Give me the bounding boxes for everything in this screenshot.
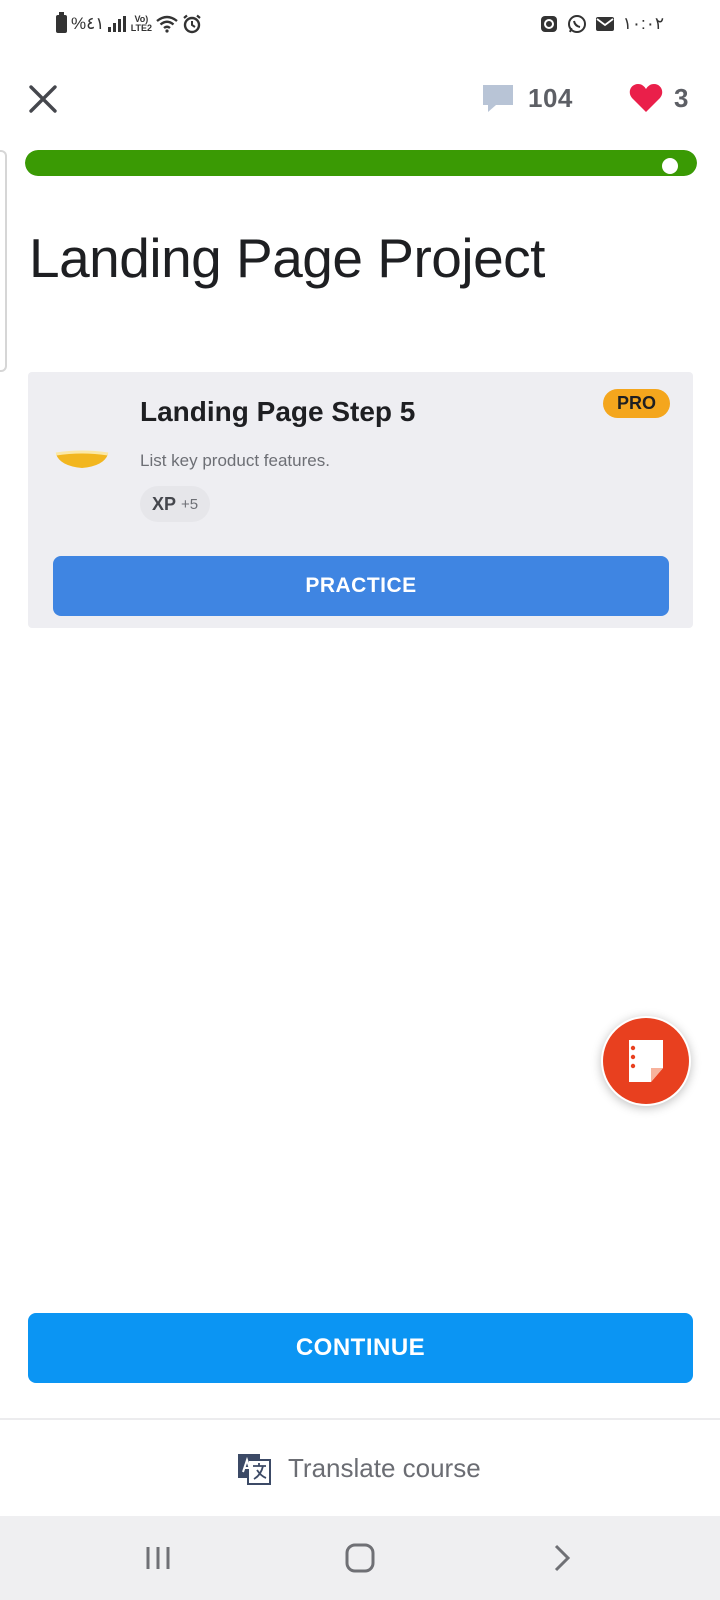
lesson-thumbnail-icon [55, 450, 109, 468]
heart-icon [629, 84, 663, 112]
progress-fill [25, 150, 697, 176]
lesson-title: Landing Page Step 5 [140, 396, 416, 427]
back-chevron-icon [554, 1544, 571, 1572]
back-button[interactable] [537, 1536, 587, 1580]
continue-button[interactable]: CONTINUE [28, 1313, 693, 1383]
translate-icon [238, 1454, 271, 1485]
status-bar: %٤١ Vo) LTE2 ١٠:٠٢ [0, 0, 720, 52]
recent-apps-button[interactable] [133, 1536, 183, 1580]
comments-button[interactable]: 104 [480, 82, 573, 114]
divider [0, 1418, 720, 1420]
xp-value: +5 [181, 495, 199, 513]
side-handle[interactable] [0, 150, 7, 372]
status-left: %٤١ Vo) LTE2 [56, 12, 202, 34]
recent-apps-icon [146, 1547, 170, 1569]
status-right: ١٠:٠٢ [539, 14, 664, 34]
system-nav-bar [0, 1516, 720, 1600]
volte-label: Vo) LTE2 [130, 14, 153, 33]
translate-course-label: Translate course [288, 1452, 481, 1483]
practice-button[interactable]: PRACTICE [53, 556, 669, 616]
home-icon [345, 1543, 375, 1573]
pro-badge: PRO [603, 389, 670, 418]
clock: ١٠:٠٢ [622, 14, 664, 33]
home-button[interactable] [335, 1536, 385, 1580]
progress-indicator-dot [662, 158, 678, 174]
sync-icon [540, 16, 557, 32]
battery-percent: %٤١ [71, 14, 105, 33]
lesson-progress-bar [25, 150, 697, 176]
close-icon[interactable] [26, 82, 60, 116]
battery-icon [56, 12, 67, 33]
whatsapp-icon [567, 15, 586, 33]
lesson-description: List key product features. [140, 451, 330, 470]
message-icon [595, 17, 614, 31]
speech-bubble-icon [483, 85, 513, 112]
lesson-card: Landing Page Step 5 PRO List key product… [28, 372, 693, 628]
translate-course-link[interactable]: Translate course [236, 1450, 481, 1486]
alarm-icon [183, 14, 202, 34]
xp-reward: XP +5 [140, 486, 211, 522]
hearts-count: 3 [674, 82, 689, 113]
comments-count: 104 [528, 82, 573, 113]
xp-label: XP [152, 493, 177, 514]
page-title: Landing Page Project [29, 227, 545, 289]
signal-icon [108, 16, 127, 32]
wifi-icon [156, 15, 179, 33]
notes-button[interactable] [601, 1016, 691, 1106]
notes-icon [603, 1018, 689, 1104]
hearts-indicator[interactable]: 3 [628, 82, 688, 114]
